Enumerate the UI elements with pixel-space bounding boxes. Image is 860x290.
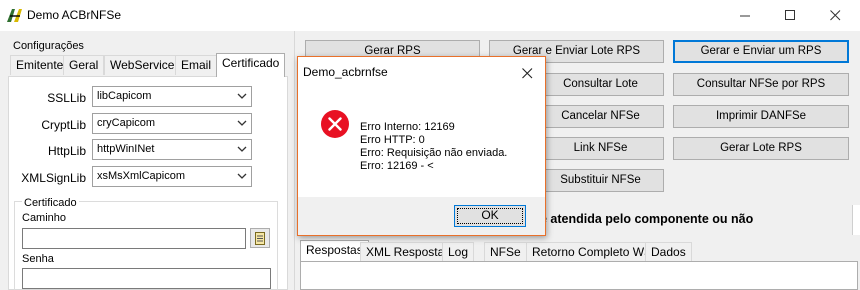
error-message-line: Erro HTTP: 0 <box>360 134 425 146</box>
ssllib-value: libCapicom <box>97 90 152 102</box>
dialog-title-bar: Demo_acbrnfse <box>298 57 545 87</box>
scrollbar[interactable] <box>852 205 860 235</box>
chevron-down-icon <box>237 120 247 126</box>
gerar-lote-rps-button[interactable]: Gerar Lote RPS <box>673 137 849 160</box>
tab-certificado[interactable]: Certificado <box>216 53 286 77</box>
gerar-enviar-um-rps-button[interactable]: Gerar e Enviar um RPS <box>673 40 849 63</box>
cryptlib-value: cryCapicom <box>97 117 156 129</box>
cryptlib-select[interactable]: cryCapicom <box>92 113 252 134</box>
tab-webservice[interactable]: WebService <box>104 55 181 75</box>
error-dialog: Demo_acbrnfse Erro Interno: 12169 Erro H… <box>297 56 546 236</box>
ssllib-label: SSLLib <box>47 91 86 105</box>
status-text: é atendida pelo componente ou não <box>540 212 754 226</box>
title-bar: Demo ACBrNFSe <box>0 0 860 31</box>
httplib-select[interactable]: httpWinINet <box>92 139 252 160</box>
respostas-memo[interactable] <box>300 261 858 290</box>
document-icon <box>255 231 265 245</box>
cryptlib-label: CryptLib <box>41 118 86 132</box>
certificado-group-title: Certificado <box>22 197 79 209</box>
imprimir-danfse-button[interactable]: Imprimir DANFSe <box>673 105 849 128</box>
app-pen-icon <box>7 9 22 22</box>
error-icon <box>321 110 349 138</box>
senha-label: Senha <box>22 253 54 265</box>
close-icon <box>521 67 532 78</box>
tab-emitente[interactable]: Emitente <box>10 55 70 75</box>
chevron-down-icon <box>237 146 247 152</box>
consultar-nfse-por-rps-button[interactable]: Consultar NFSe por RPS <box>673 73 849 96</box>
close-icon <box>829 10 840 21</box>
httplib-value: httpWinINet <box>97 143 155 155</box>
error-message-line: Erro Interno: 12169 <box>360 121 455 133</box>
error-message-line: Erro: Requisição não enviada. <box>360 147 508 159</box>
dialog-body: Erro Interno: 12169 Erro HTTP: 0 Erro: R… <box>298 87 545 197</box>
ssllib-select[interactable]: libCapicom <box>92 86 252 107</box>
chevron-down-icon <box>237 93 247 99</box>
tab-xml-resposta[interactable]: XML Resposta <box>360 242 451 262</box>
window-title: Demo ACBrNFSe <box>27 8 122 22</box>
tab-nfse[interactable]: NFSe <box>484 242 527 262</box>
senha-input[interactable] <box>22 268 271 289</box>
tab-geral[interactable]: Geral <box>63 55 105 75</box>
caminho-input[interactable] <box>22 228 246 249</box>
caminho-label: Caminho <box>22 212 67 224</box>
close-button[interactable] <box>812 0 858 31</box>
httplib-label: HttpLib <box>47 144 86 158</box>
ok-button[interactable]: OK <box>454 205 526 227</box>
xmlsignlib-label: XMLSignLib <box>21 171 86 185</box>
maximize-icon <box>784 10 795 20</box>
xmlsignlib-value: xsMsXmlCapicom <box>97 170 186 182</box>
configuracoes-panel: Configurações Emitente Geral WebService … <box>0 31 295 290</box>
chevron-down-icon <box>237 173 247 179</box>
tab-retorno-completo-ws[interactable]: Retorno Completo WS <box>526 242 659 262</box>
error-message-line: Erro: 12169 - < <box>360 160 434 172</box>
dialog-close-button[interactable] <box>516 62 538 84</box>
focus-ring <box>457 208 523 224</box>
minimize-icon <box>739 15 750 17</box>
tab-email[interactable]: Email <box>175 55 218 75</box>
configuracoes-label: Configurações <box>13 40 84 52</box>
browse-certificate-button[interactable] <box>250 228 270 248</box>
maximize-button[interactable] <box>767 0 813 31</box>
minimize-button[interactable] <box>722 0 768 31</box>
xmlsignlib-select[interactable]: xsMsXmlCapicom <box>92 166 252 187</box>
tab-respostas[interactable]: Respostas <box>300 240 369 262</box>
tab-log[interactable]: Log <box>442 242 475 262</box>
tab-dados[interactable]: Dados <box>645 242 692 262</box>
dialog-title: Demo_acbrnfse <box>303 65 388 79</box>
